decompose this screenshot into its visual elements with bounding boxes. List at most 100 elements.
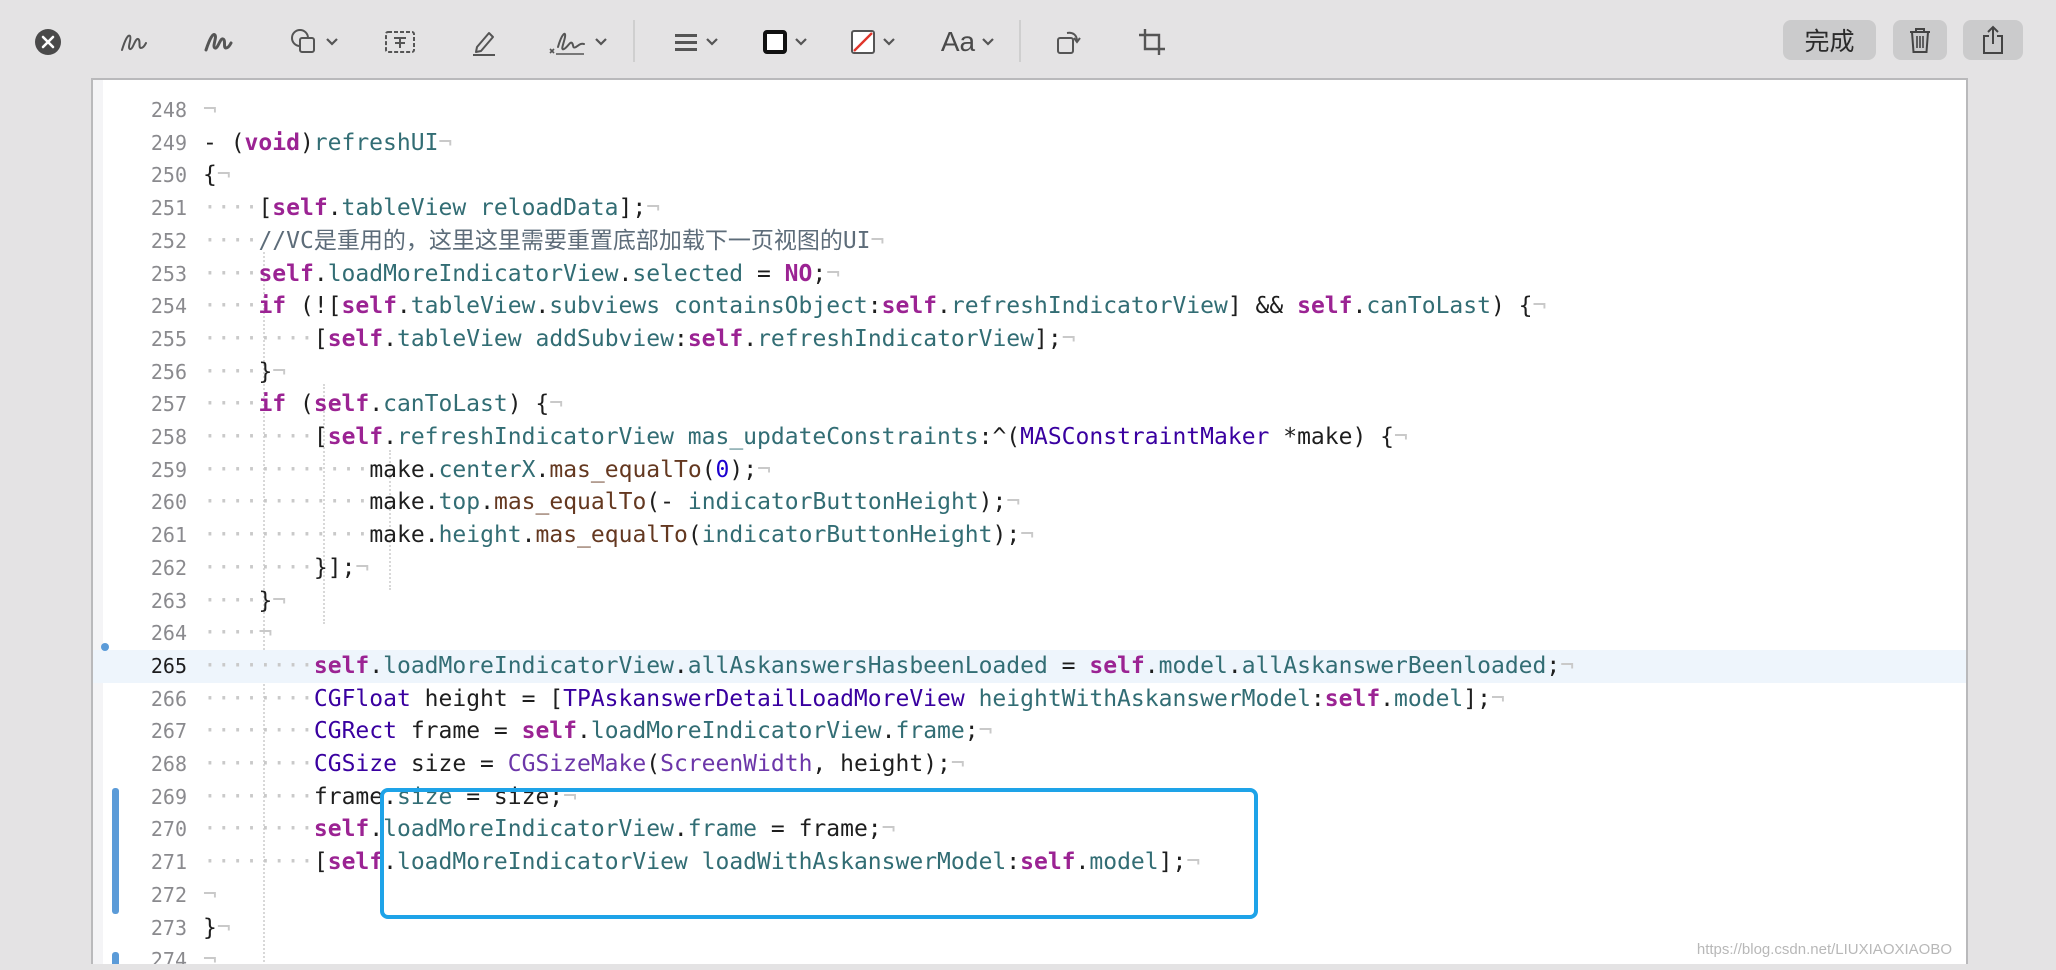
highlight-rectangle[interactable] [380, 788, 1258, 919]
draw-button[interactable] [200, 20, 236, 64]
code-line: 257 ····if (self.canToLast) {¬ [93, 388, 1966, 421]
close-icon [35, 29, 61, 55]
code-line: 265 ········self.loadMoreIndicatorView.al… [93, 649, 1966, 683]
code-text: ········[self.tableView addSubview:self.… [203, 325, 1076, 352]
text-style-button[interactable]: Aa [937, 20, 999, 64]
chevron-down-icon [883, 38, 895, 46]
code-text: ········CGRect frame = self.loadMoreIndi… [203, 718, 993, 745]
code-text: ····if (self.canToLast) {¬ [203, 391, 564, 418]
chevron-down-icon [982, 38, 994, 46]
close-button[interactable] [30, 20, 66, 64]
code-line: 250 {¬ [93, 159, 1966, 192]
code-line: 263 ····}¬ [93, 585, 1966, 618]
code-text: ············make.height.mas_equalTo(indi… [203, 522, 1035, 549]
code-line: 258 ········[self.refreshIndicatorView ma… [93, 421, 1966, 454]
line-number: 265 [150, 653, 187, 678]
code-text: ········CGSize size = CGSizeMake(ScreenW… [203, 751, 965, 777]
line-number: 267 [150, 719, 187, 744]
change-marker [112, 952, 119, 964]
line-number: 250 [150, 163, 187, 188]
line-number: 259 [150, 457, 187, 482]
line-number: 254 [150, 294, 187, 319]
line-number: 266 [150, 686, 187, 711]
border-color-icon [763, 30, 787, 54]
line-number: 264 [150, 621, 187, 646]
delete-button[interactable] [1893, 20, 1947, 60]
highlight-button[interactable] [466, 20, 502, 64]
code-text: {¬ [203, 162, 231, 189]
sign-icon [549, 32, 585, 55]
code-text: }¬ [203, 914, 231, 941]
code-text: ¬ [203, 881, 217, 908]
code-text: ········[self.refreshIndicatorView mas_u… [203, 424, 1408, 450]
sign-button[interactable] [546, 20, 610, 64]
rotate-button[interactable] [1050, 20, 1086, 64]
line-number: 261 [150, 523, 187, 548]
code-text: - (void)refreshUI¬ [203, 129, 453, 156]
share-button[interactable] [1963, 20, 2023, 60]
code-text: ¬ [203, 97, 217, 123]
line-number: 249 [150, 130, 187, 155]
code-line: 274 ¬ [93, 944, 1966, 964]
breakpoint-dot [101, 643, 109, 651]
line-number: 252 [150, 228, 187, 253]
sketch-button[interactable] [116, 20, 152, 64]
code-text: ····}¬ [203, 358, 287, 385]
line-number: 257 [150, 392, 187, 417]
line-number: 253 [150, 261, 187, 286]
watermark: https://blog.csdn.net/LIUXIAOXIAOBO [1696, 941, 1952, 958]
code-text: ····self.loadMoreIndicatorView.selected … [203, 260, 841, 287]
code-text: ····[self.tableView reloadData];¬ [203, 195, 661, 222]
code-line: 251 ····[self.tableView reloadData];¬ [93, 192, 1966, 225]
code-text: ············make.top.mas_equalTo(- indic… [203, 489, 1021, 516]
done-button[interactable]: 完成 [1783, 20, 1876, 60]
code-line: 268 ········CGSize size = CGSizeMake(Scre… [93, 748, 1966, 781]
fill-color-button[interactable] [844, 20, 902, 64]
code-line: 259 ············make.centerX.mas_equalTo(… [93, 454, 1966, 487]
code-text: ¬ [203, 947, 217, 964]
code-line: 252 ····//VC是重用的，这里这里需要重置底部加载下一页视图的UI¬ [93, 225, 1966, 258]
line-number: 258 [150, 425, 187, 449]
code-text: ····¬ [203, 620, 273, 647]
crop-button[interactable] [1134, 20, 1170, 64]
line-number: 256 [150, 359, 187, 384]
code-line: 253 ····self.loadMoreIndicatorView.select… [93, 258, 1966, 291]
chevron-down-icon [326, 38, 338, 46]
code-line: 267 ········CGRect frame = self.loadMoreI… [93, 715, 1966, 748]
code-text: ····}¬ [203, 587, 287, 614]
code-line: 256 ····}¬ [93, 356, 1966, 389]
line-number: 251 [150, 196, 187, 221]
crop-icon [1139, 29, 1165, 55]
code-text: ········self.loadMoreIndicatorView.allAs… [203, 652, 1575, 679]
chevron-down-icon [595, 38, 607, 46]
chevron-down-icon [706, 38, 718, 46]
code-text: ····//VC是重用的，这里这里需要重置底部加载下一页视图的UI¬ [203, 227, 885, 254]
code-line: 262 ········}];¬ [93, 552, 1966, 585]
sketch-icon [121, 34, 147, 51]
code-line: 260 ············make.top.mas_equalTo(- in… [93, 486, 1966, 519]
code-text: ····if (![self.tableView.subviews contai… [203, 293, 1547, 320]
line-style-button[interactable] [668, 20, 724, 64]
line-number: 262 [150, 555, 187, 580]
text-box-icon [385, 31, 415, 53]
text-box-button[interactable] [382, 20, 418, 64]
line-number: 268 [150, 752, 187, 776]
code-editor: 248 ¬ 249 - (void)refreshUI¬ 250 {¬ 251 ····[se… [91, 78, 1968, 964]
code-line: 264 ····¬ [93, 617, 1966, 650]
shapes-icon [291, 29, 315, 53]
code-line: 255 ········[self.tableView addSubview:se… [93, 323, 1966, 356]
line-number: 273 [150, 915, 187, 940]
change-marker [112, 788, 119, 914]
code-line: 254 ····if (![self.tableView.subviews con… [93, 290, 1966, 323]
line-number: 248 [150, 98, 187, 122]
rotate-icon [1057, 31, 1081, 54]
chevron-down-icon [795, 38, 807, 46]
shapes-button[interactable] [284, 20, 344, 64]
code-text: ········CGFloat height = [TPAskanswerDet… [203, 685, 1505, 712]
toolbar-divider [1019, 20, 1021, 62]
trash-icon [1910, 28, 1930, 53]
border-color-button[interactable] [756, 20, 814, 64]
share-icon [1983, 25, 2003, 54]
code-text: ········}];¬ [203, 554, 370, 581]
line-number: 260 [150, 490, 187, 515]
